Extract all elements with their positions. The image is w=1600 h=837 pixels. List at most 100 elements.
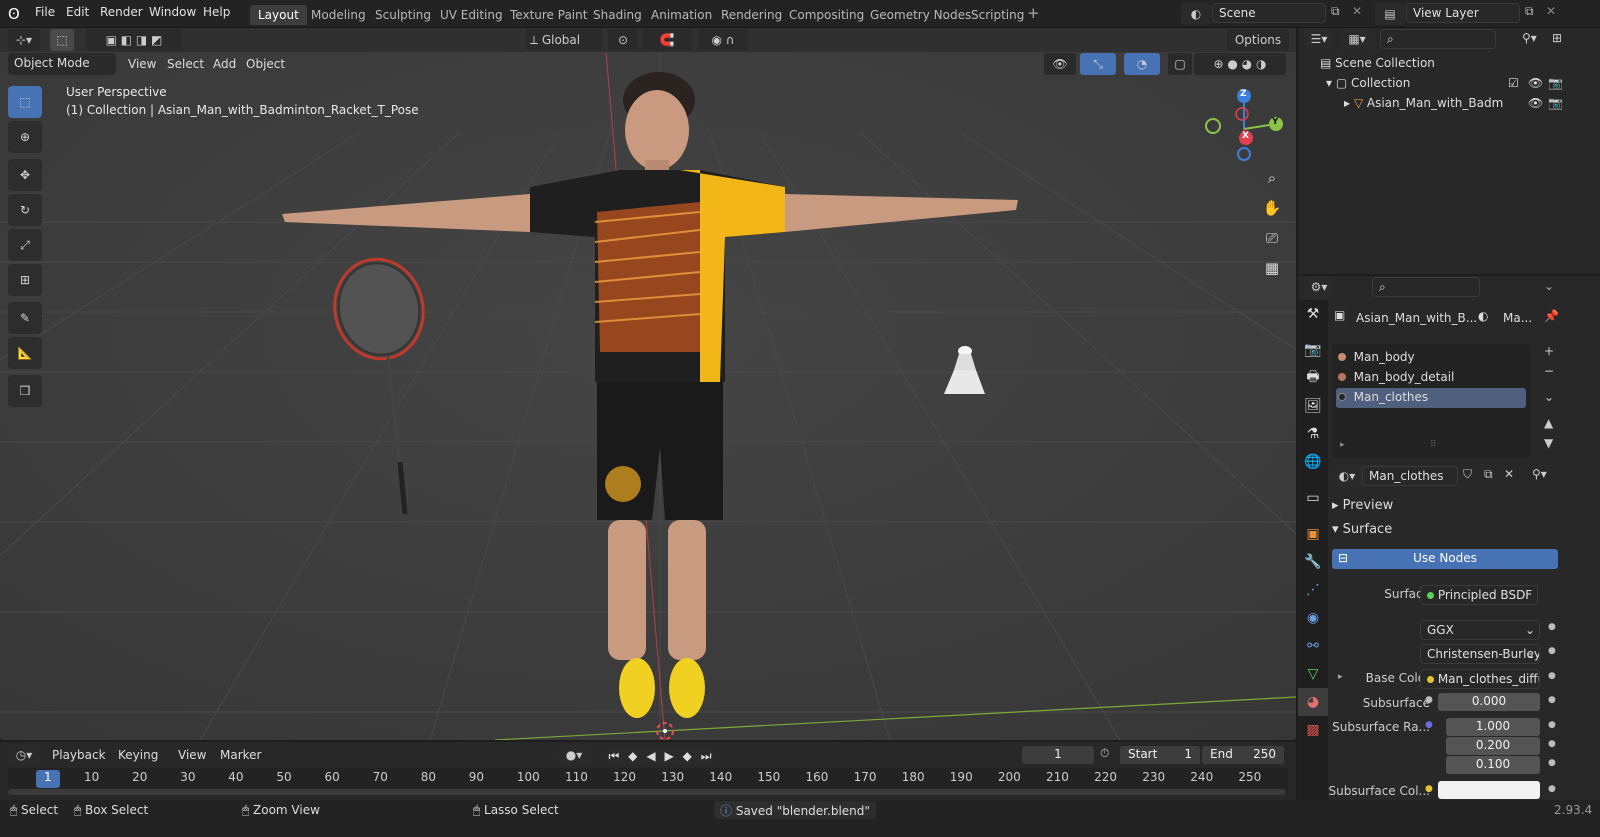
keyframe-dot-icon[interactable]: ● bbox=[1548, 695, 1556, 705]
object-data-tab-icon[interactable]: ▽ bbox=[1298, 660, 1328, 688]
preview-panel-header[interactable]: ▸ Preview bbox=[1332, 498, 1393, 513]
material-tab-icon[interactable]: ◕ bbox=[1298, 688, 1328, 716]
move-slot-down-icon[interactable]: ▼ bbox=[1544, 436, 1553, 450]
pin-icon[interactable]: 📌 bbox=[1544, 309, 1559, 323]
scale-tool-icon[interactable]: ⤢ bbox=[8, 229, 42, 261]
fake-user-shield-icon[interactable]: ⛉ bbox=[1463, 467, 1472, 482]
distribution-dropdown[interactable]: GGX ⌄ bbox=[1420, 620, 1540, 640]
auto-keying-icon[interactable]: ●▾ bbox=[556, 744, 592, 766]
add-slot-icon[interactable]: + bbox=[1544, 344, 1554, 358]
outliner-search-input[interactable]: ⌕ bbox=[1380, 29, 1496, 49]
render-camera-icon[interactable]: 📷 bbox=[1548, 76, 1563, 90]
timeline-scrollbar[interactable] bbox=[8, 789, 1286, 795]
duplicate-material-icon[interactable]: ⧉ bbox=[1484, 467, 1493, 482]
keyframe-dot-icon[interactable]: ● bbox=[1548, 622, 1556, 632]
proportional-editing-icon[interactable]: ◉ ∩ bbox=[698, 29, 748, 51]
new-scene-icon[interactable]: ⧉ bbox=[1331, 4, 1340, 19]
viewport-menu-select[interactable]: Select bbox=[167, 57, 204, 71]
select-box-tool-icon[interactable]: ⬚ bbox=[8, 86, 42, 118]
scene-field[interactable]: Scene bbox=[1212, 3, 1326, 23]
modifier-tab-icon[interactable]: 🔧 bbox=[1298, 548, 1328, 576]
object-tab-icon[interactable]: ▣ bbox=[1298, 520, 1328, 548]
menu-edit[interactable]: Edit bbox=[66, 5, 89, 19]
move-slot-up-icon[interactable]: ▲ bbox=[1544, 416, 1553, 430]
play-icon[interactable]: ▶ bbox=[664, 749, 673, 763]
material-slot-man-clothes[interactable]: Man_clothes bbox=[1336, 388, 1526, 408]
3d-viewport[interactable]: User Perspective (1) Collection | Asian_… bbox=[0, 52, 1296, 740]
transform-tool-icon[interactable]: ⊞ bbox=[8, 264, 42, 296]
subsurface-value-field[interactable]: 0.000 bbox=[1438, 693, 1540, 711]
collection-tab-icon[interactable]: ▭ bbox=[1298, 484, 1328, 512]
material-name-field[interactable]: Man_clothes bbox=[1362, 466, 1458, 486]
object-render-icon[interactable]: 📷 bbox=[1548, 96, 1563, 110]
object-mode-dropdown[interactable]: Object Mode bbox=[8, 53, 116, 75]
timeline-menu-keying[interactable]: Keying bbox=[118, 748, 158, 762]
keyframe-dot-icon[interactable]: ● bbox=[1548, 739, 1556, 749]
keyframe-dot-icon[interactable]: ● bbox=[1548, 784, 1556, 794]
particles-tab-icon[interactable]: ⋰ bbox=[1298, 576, 1328, 604]
menu-render[interactable]: Render bbox=[100, 5, 143, 19]
tab-compositing[interactable]: Compositing bbox=[781, 5, 872, 25]
subsurface-radius-x[interactable]: 1.000 bbox=[1446, 718, 1540, 736]
checkbox-icon[interactable]: ☑ bbox=[1508, 76, 1519, 90]
browse-material-icon[interactable]: ◐▾ bbox=[1332, 465, 1362, 487]
xray-toggle-icon[interactable]: ▢ bbox=[1168, 53, 1192, 75]
overlay-toggle-icon[interactable]: ◔ bbox=[1124, 53, 1160, 75]
menu-file[interactable]: File bbox=[35, 5, 55, 19]
list-expand-icon[interactable]: ▸ bbox=[1340, 440, 1345, 450]
view-layer-tab-icon[interactable]: 🖼 bbox=[1298, 392, 1328, 420]
tab-layout[interactable]: Layout bbox=[250, 5, 307, 25]
add-workspace-icon[interactable]: + bbox=[1027, 4, 1040, 22]
world-tab-icon[interactable]: 🌐 bbox=[1298, 448, 1328, 476]
blender-logo-icon[interactable]: ʘ bbox=[8, 5, 20, 23]
material-filter-icon[interactable]: ⚲▾ bbox=[1532, 467, 1547, 481]
gizmo-toggle-icon[interactable]: ⤡ bbox=[1080, 53, 1116, 75]
timeline-menu-playback[interactable]: Playback bbox=[52, 748, 106, 762]
remove-slot-icon[interactable]: − bbox=[1544, 364, 1554, 378]
new-view-layer-icon[interactable]: ⧉ bbox=[1525, 4, 1534, 19]
filter-icon[interactable]: ⚲▾ bbox=[1522, 31, 1537, 45]
visibility-icon[interactable]: 👁 bbox=[1044, 53, 1076, 75]
add-cube-tool-icon[interactable]: ❒ bbox=[8, 375, 42, 407]
tab-uv-editing[interactable]: UV Editing bbox=[432, 5, 511, 25]
timeline-menu-marker[interactable]: Marker bbox=[220, 748, 261, 762]
move-tool-icon[interactable]: ✥ bbox=[8, 159, 42, 191]
outliner-object-row[interactable]: ▸ ▽ Asian_Man_with_Badmin bbox=[1344, 96, 1504, 110]
annotate-tool-icon[interactable]: ✎ bbox=[8, 302, 42, 334]
unlink-material-icon[interactable]: ✕ bbox=[1504, 467, 1514, 481]
keyframe-dot-icon[interactable]: ● bbox=[1548, 720, 1556, 730]
outliner-scene-collection[interactable]: ▤ Scene Collection bbox=[1320, 56, 1435, 70]
tab-sculpting[interactable]: Sculpting bbox=[367, 5, 439, 25]
render-tab-icon[interactable]: 📷 bbox=[1298, 336, 1328, 364]
jump-end-icon[interactable]: ⏭ bbox=[701, 749, 712, 764]
jump-start-icon[interactable]: ⏮ bbox=[608, 749, 619, 764]
eye-icon[interactable]: 👁 bbox=[1528, 76, 1543, 90]
view-layer-icon[interactable]: ▤ bbox=[1375, 3, 1405, 25]
object-eye-icon[interactable]: 👁 bbox=[1528, 96, 1543, 110]
select-tool-icon[interactable]: ⬚ bbox=[50, 29, 74, 51]
properties-search-input[interactable]: ⌕ bbox=[1372, 277, 1480, 297]
new-collection-icon[interactable]: ⊞ bbox=[1552, 31, 1562, 45]
props-dropdown-icon[interactable]: ⌄ bbox=[1544, 279, 1554, 293]
texture-tab-icon[interactable]: ▩ bbox=[1298, 716, 1328, 744]
menu-window[interactable]: Window bbox=[149, 5, 196, 19]
outliner-editor-type-icon[interactable]: ☰▾ bbox=[1304, 28, 1334, 50]
start-frame-field[interactable]: Start 1 bbox=[1120, 746, 1200, 764]
tab-shading[interactable]: Shading bbox=[585, 5, 650, 25]
material-slot-man-body-detail[interactable]: Man_body_detail bbox=[1338, 370, 1526, 388]
editor-type-icon[interactable]: ⊹▾ bbox=[8, 29, 40, 51]
prev-keyframe-icon[interactable]: ◆ bbox=[628, 749, 637, 763]
output-tab-icon[interactable]: 🖶 bbox=[1298, 364, 1328, 392]
measure-tool-icon[interactable]: 📐 bbox=[8, 337, 42, 369]
pivot-point-icon[interactable]: ⊙ bbox=[608, 29, 638, 51]
cursor-tool-icon[interactable]: ⊕ bbox=[8, 121, 42, 153]
tab-rendering[interactable]: Rendering bbox=[713, 5, 790, 25]
keyframe-dot-icon[interactable]: ● bbox=[1548, 758, 1556, 768]
shading-mode-icons[interactable]: ⊕ ● ◕ ◑ bbox=[1194, 53, 1286, 75]
menu-help[interactable]: Help bbox=[203, 5, 230, 19]
rotate-tool-icon[interactable]: ↻ bbox=[8, 194, 42, 226]
selection-mode-icons[interactable]: ▣ ◧ ◨ ◩ bbox=[86, 29, 182, 51]
tab-animation[interactable]: Animation bbox=[643, 5, 720, 25]
timeline-editor-type-icon[interactable]: ◷▾ bbox=[8, 744, 40, 766]
surface-shader-field[interactable]: Principled BSDF bbox=[1420, 585, 1538, 605]
